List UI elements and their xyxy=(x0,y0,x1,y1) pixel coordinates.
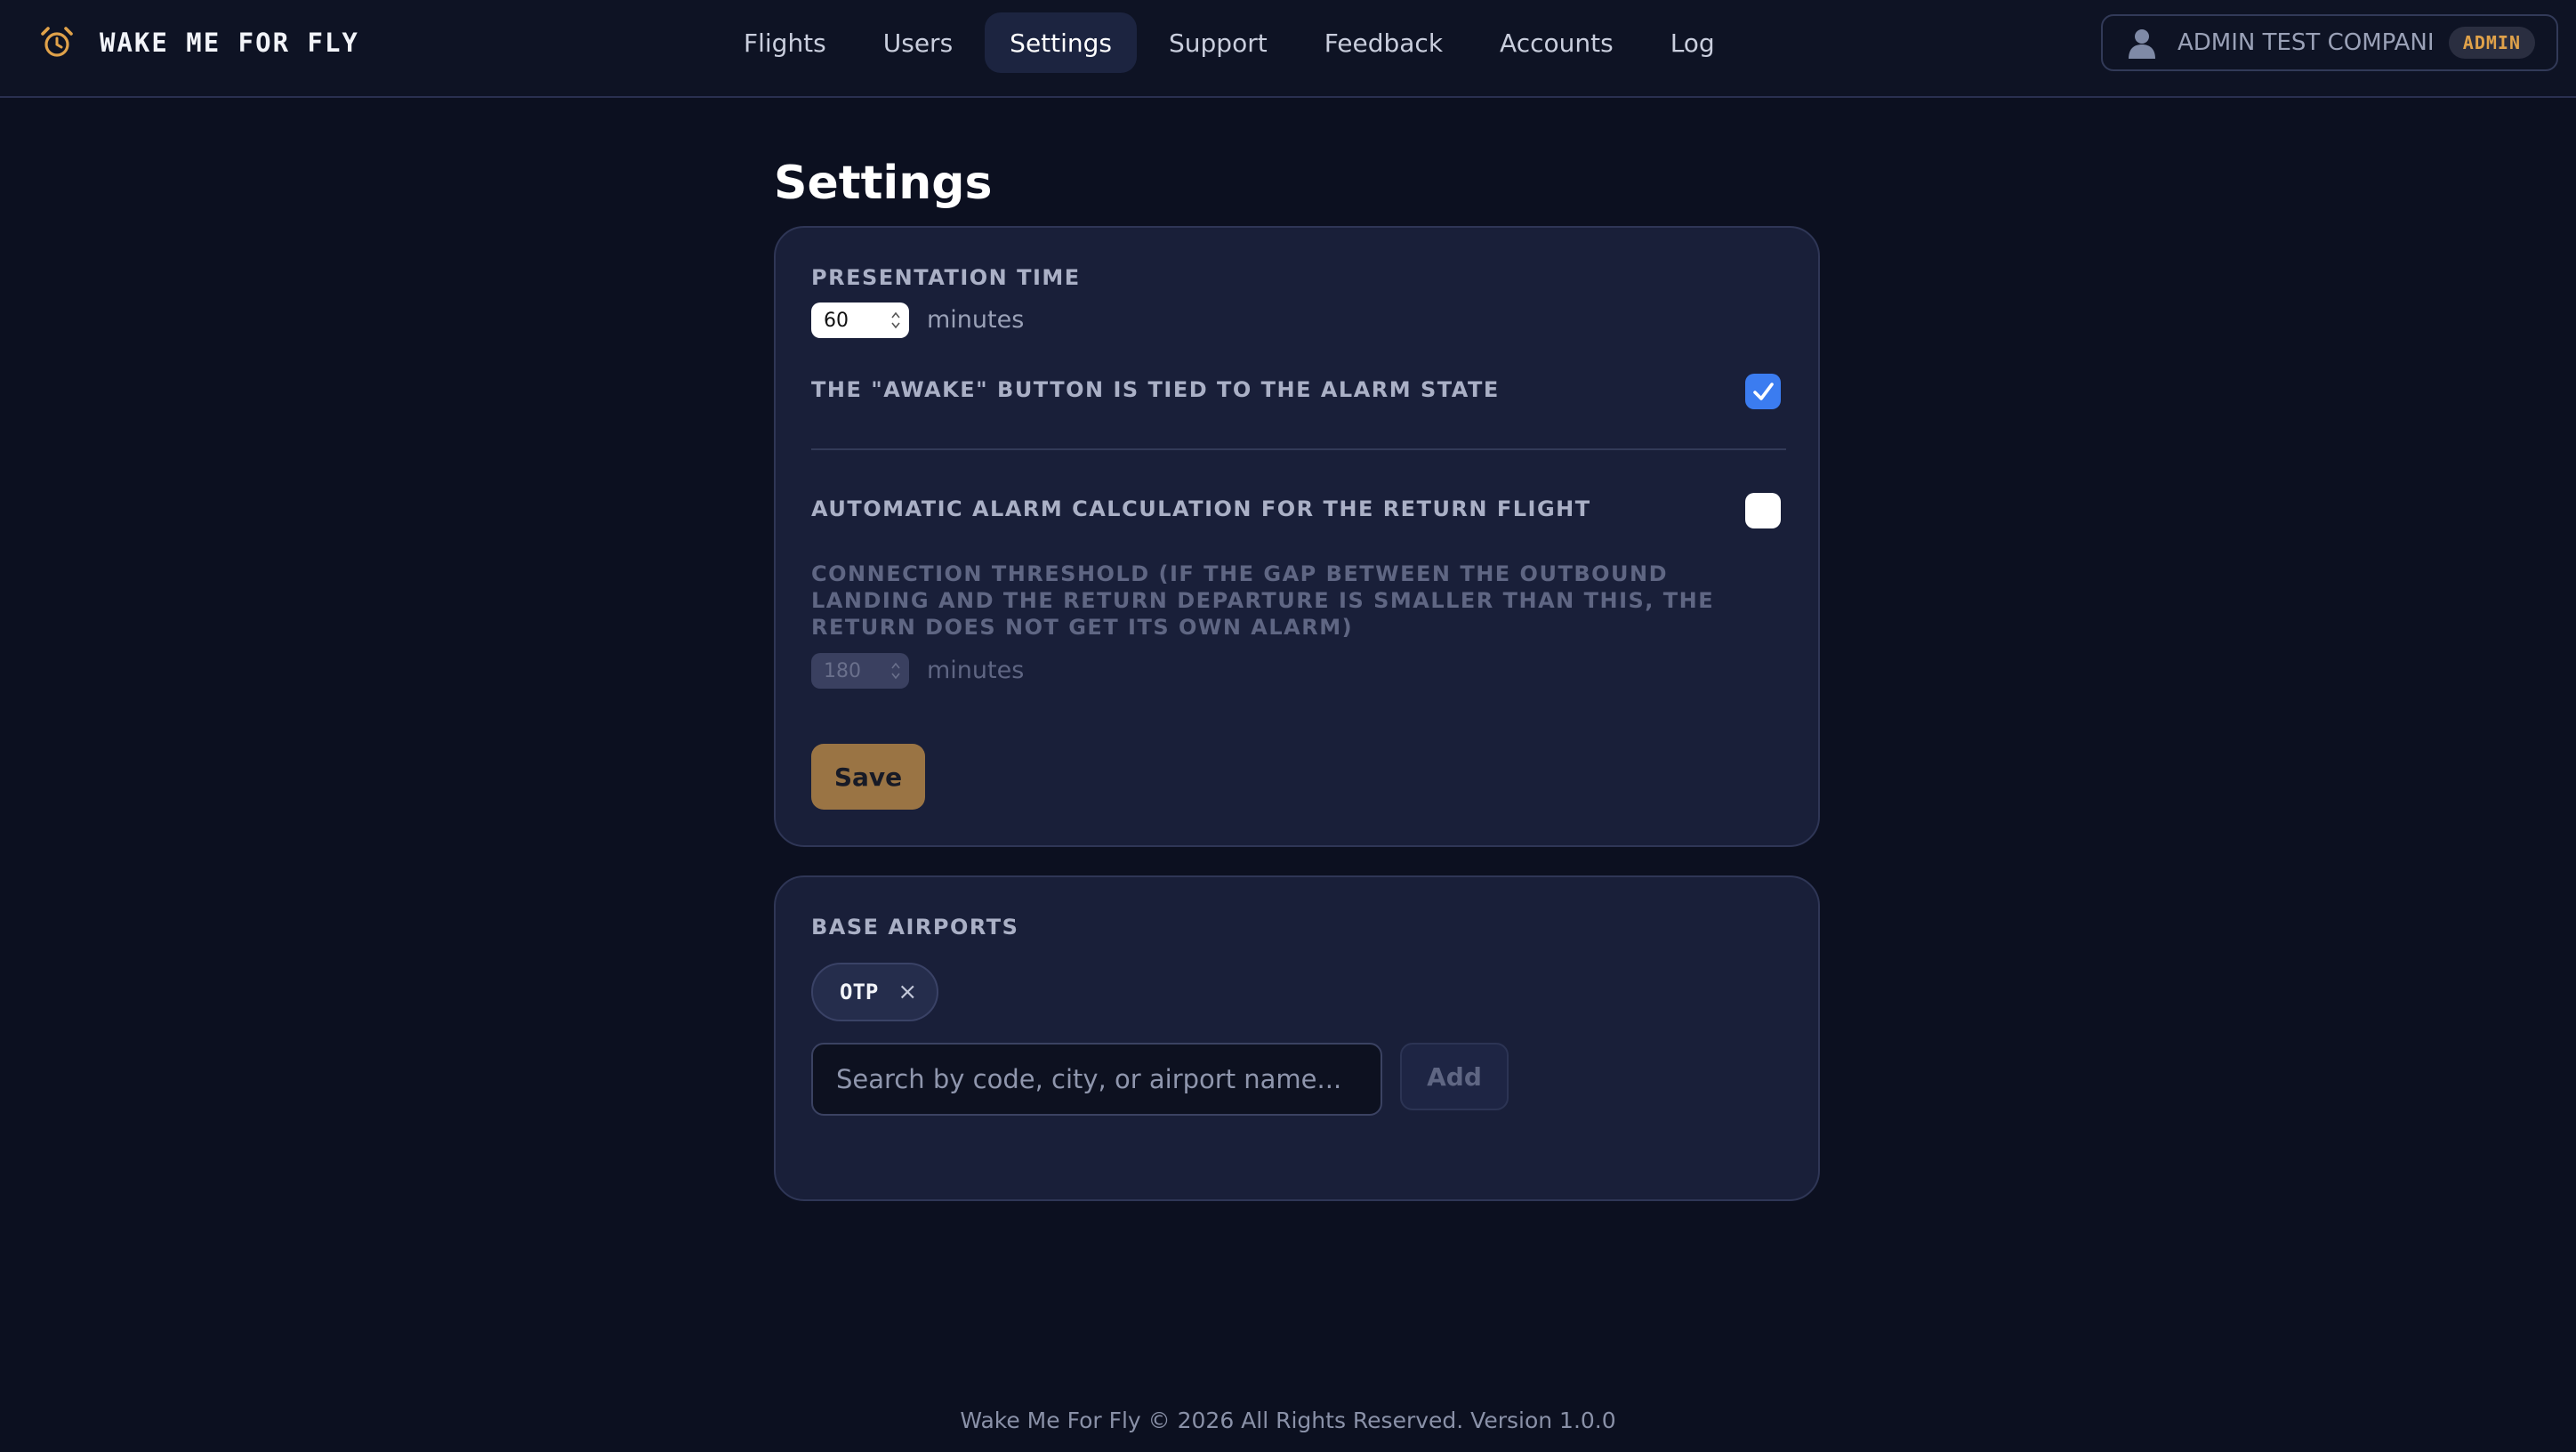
nav-item-log[interactable]: Log xyxy=(1646,12,1740,73)
threshold-input[interactable]: 180 xyxy=(811,653,909,689)
nav-item-support[interactable]: Support xyxy=(1144,12,1292,73)
role-badge: ADMIN xyxy=(2448,27,2535,59)
nav-item-accounts[interactable]: Accounts xyxy=(1475,12,1638,73)
user-menu[interactable]: ADMIN TEST COMPANI ADMIN xyxy=(2101,14,2558,71)
spinner-arrows-icon xyxy=(891,662,900,680)
presentation-time-unit: minutes xyxy=(927,306,1025,334)
add-airport-button[interactable]: Add xyxy=(1400,1043,1509,1110)
checkmark-icon xyxy=(1753,383,1774,400)
base-airports-card: BASE AIRPORTS OTP × Add xyxy=(774,875,1820,1201)
page-title: Settings xyxy=(774,157,993,210)
awake-tied-label: THE "AWAKE" BUTTON IS TIED TO THE ALARM … xyxy=(811,377,1500,402)
brand-name: WAKE ME FOR FLY xyxy=(100,28,359,58)
save-button[interactable]: Save xyxy=(811,744,925,810)
threshold-value: 180 xyxy=(824,659,861,682)
main-nav: Flights Users Settings Support Feedback … xyxy=(719,12,1740,73)
nav-item-settings[interactable]: Settings xyxy=(985,12,1138,73)
nav-item-flights[interactable]: Flights xyxy=(719,12,851,73)
spinner-arrows-icon[interactable] xyxy=(891,310,900,331)
presentation-time-value: 60 xyxy=(824,309,849,332)
user-name: ADMIN TEST COMPANI xyxy=(2178,29,2435,56)
presentation-time-input[interactable]: 60 xyxy=(811,302,909,338)
top-navigation-bar: WAKE ME FOR FLY Flights Users Settings S… xyxy=(0,0,2576,98)
alarm-clock-icon xyxy=(41,27,73,57)
auto-return-checkbox[interactable] xyxy=(1745,493,1781,528)
settings-card: PRESENTATION TIME 60 minutes THE "AWAKE"… xyxy=(774,226,1820,847)
section-divider xyxy=(811,448,1786,450)
base-airports-label: BASE AIRPORTS xyxy=(811,915,1019,940)
user-icon xyxy=(2129,29,2155,59)
remove-airport-icon[interactable]: × xyxy=(898,980,917,1004)
nav-item-feedback[interactable]: Feedback xyxy=(1300,12,1468,73)
airport-code: OTP xyxy=(840,980,879,1004)
brand[interactable]: WAKE ME FOR FLY xyxy=(39,20,359,66)
auto-return-label: AUTOMATIC ALARM CALCULATION FOR THE RETU… xyxy=(811,496,1591,521)
footer: Wake Me For Fly © 2026 All Rights Reserv… xyxy=(960,1408,1616,1433)
nav-item-users[interactable]: Users xyxy=(858,12,978,73)
airport-chip: OTP × xyxy=(811,963,939,1021)
threshold-label: CONNECTION THRESHOLD (IF THE GAP BETWEEN… xyxy=(811,561,1715,640)
awake-tied-checkbox[interactable] xyxy=(1745,374,1781,409)
presentation-time-label: PRESENTATION TIME xyxy=(811,265,1081,290)
threshold-unit: minutes xyxy=(927,657,1025,684)
airport-search-input[interactable] xyxy=(811,1043,1382,1116)
